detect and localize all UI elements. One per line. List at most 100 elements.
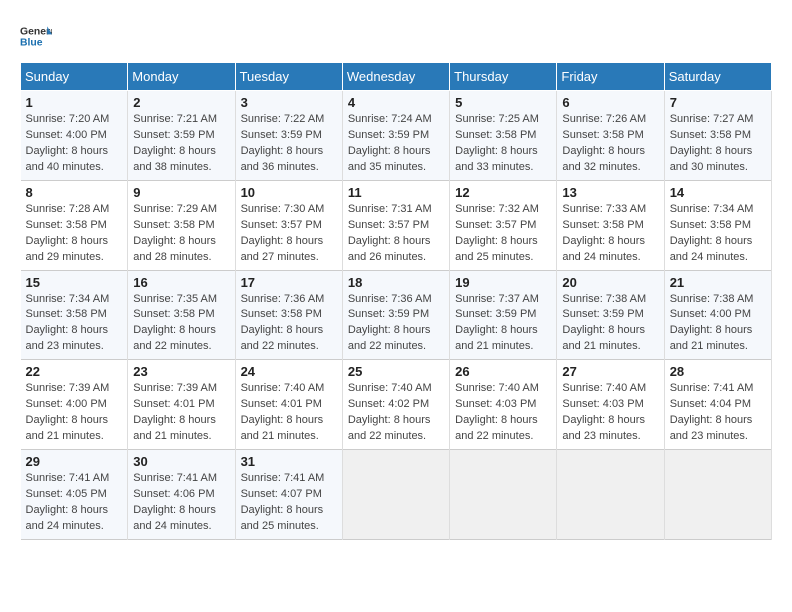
day-info: Sunrise: 7:27 AMSunset: 3:58 PMDaylight:… xyxy=(670,112,766,176)
calendar-cell: 21 Sunrise: 7:38 AMSunset: 4:00 PMDayligh… xyxy=(664,270,771,360)
day-number: 17 xyxy=(241,275,337,290)
day-info: Sunrise: 7:36 AMSunset: 3:59 PMDaylight:… xyxy=(348,292,444,356)
calendar-cell: 10 Sunrise: 7:30 AMSunset: 3:57 PMDayligh… xyxy=(235,180,342,270)
day-info: Sunrise: 7:34 AMSunset: 3:58 PMDaylight:… xyxy=(670,202,766,266)
day-number: 10 xyxy=(241,185,337,200)
day-info: Sunrise: 7:22 AMSunset: 3:59 PMDaylight:… xyxy=(241,112,337,176)
day-number: 24 xyxy=(241,364,337,379)
day-info: Sunrise: 7:21 AMSunset: 3:59 PMDaylight:… xyxy=(133,112,229,176)
calendar-body: 1 Sunrise: 7:20 AMSunset: 4:00 PMDaylight… xyxy=(21,91,772,540)
day-number: 27 xyxy=(562,364,658,379)
calendar-week-5: 29 Sunrise: 7:41 AMSunset: 4:05 PMDayligh… xyxy=(21,450,772,540)
calendar-cell: 13 Sunrise: 7:33 AMSunset: 3:58 PMDayligh… xyxy=(557,180,664,270)
calendar-cell: 4Sunrise: 7:24 AMSunset: 3:59 PMDaylight… xyxy=(342,91,449,181)
weekday-header-tuesday: Tuesday xyxy=(235,63,342,91)
calendar-cell: 19 Sunrise: 7:37 AMSunset: 3:59 PMDayligh… xyxy=(450,270,557,360)
day-number: 20 xyxy=(562,275,658,290)
calendar-cell: 26 Sunrise: 7:40 AMSunset: 4:03 PMDayligh… xyxy=(450,360,557,450)
weekday-header-saturday: Saturday xyxy=(664,63,771,91)
calendar-cell: 18 Sunrise: 7:36 AMSunset: 3:59 PMDayligh… xyxy=(342,270,449,360)
calendar-week-3: 15 Sunrise: 7:34 AMSunset: 3:58 PMDayligh… xyxy=(21,270,772,360)
day-info: Sunrise: 7:35 AMSunset: 3:58 PMDaylight:… xyxy=(133,292,229,356)
day-info: Sunrise: 7:39 AMSunset: 4:01 PMDaylight:… xyxy=(133,381,229,445)
calendar-week-2: 8Sunrise: 7:28 AMSunset: 3:58 PMDaylight… xyxy=(21,180,772,270)
day-number: 19 xyxy=(455,275,551,290)
calendar-cell xyxy=(450,450,557,540)
calendar-cell: 27 Sunrise: 7:40 AMSunset: 4:03 PMDayligh… xyxy=(557,360,664,450)
calendar-cell: 11 Sunrise: 7:31 AMSunset: 3:57 PMDayligh… xyxy=(342,180,449,270)
day-number: 1 xyxy=(26,95,123,110)
calendar-cell: 7 Sunrise: 7:27 AMSunset: 3:58 PMDaylight… xyxy=(664,91,771,181)
day-number: 3 xyxy=(241,95,337,110)
day-info: Sunrise: 7:31 AMSunset: 3:57 PMDaylight:… xyxy=(348,202,444,266)
day-number: 11 xyxy=(348,185,444,200)
day-number: 22 xyxy=(26,364,123,379)
calendar-cell: 5Sunrise: 7:25 AMSunset: 3:58 PMDaylight… xyxy=(450,91,557,181)
weekday-header-row: SundayMondayTuesdayWednesdayThursdayFrid… xyxy=(21,63,772,91)
weekday-header-monday: Monday xyxy=(128,63,235,91)
page-header: General Blue xyxy=(20,20,772,52)
day-info: Sunrise: 7:40 AMSunset: 4:03 PMDaylight:… xyxy=(455,381,551,445)
calendar-cell: 1 Sunrise: 7:20 AMSunset: 4:00 PMDaylight… xyxy=(21,91,128,181)
day-number: 12 xyxy=(455,185,551,200)
calendar-cell: 17 Sunrise: 7:36 AMSunset: 3:58 PMDayligh… xyxy=(235,270,342,360)
day-number: 15 xyxy=(26,275,123,290)
weekday-header-thursday: Thursday xyxy=(450,63,557,91)
day-info: Sunrise: 7:41 AMSunset: 4:07 PMDaylight:… xyxy=(241,471,337,535)
calendar-cell: 25 Sunrise: 7:40 AMSunset: 4:02 PMDayligh… xyxy=(342,360,449,450)
day-number: 21 xyxy=(670,275,766,290)
day-info: Sunrise: 7:40 AMSunset: 4:02 PMDaylight:… xyxy=(348,381,444,445)
calendar-cell: 30 Sunrise: 7:41 AMSunset: 4:06 PMDayligh… xyxy=(128,450,235,540)
calendar-cell: 14 Sunrise: 7:34 AMSunset: 3:58 PMDayligh… xyxy=(664,180,771,270)
calendar-cell: 20Sunrise: 7:38 AMSunset: 3:59 PMDayligh… xyxy=(557,270,664,360)
day-number: 2 xyxy=(133,95,229,110)
weekday-header-sunday: Sunday xyxy=(21,63,128,91)
calendar-cell: 28 Sunrise: 7:41 AMSunset: 4:04 PMDayligh… xyxy=(664,360,771,450)
day-info: Sunrise: 7:40 AMSunset: 4:03 PMDaylight:… xyxy=(562,381,658,445)
day-info: Sunrise: 7:40 AMSunset: 4:01 PMDaylight:… xyxy=(241,381,337,445)
day-number: 28 xyxy=(670,364,766,379)
day-number: 4 xyxy=(348,95,444,110)
day-number: 26 xyxy=(455,364,551,379)
calendar-cell xyxy=(557,450,664,540)
day-number: 8 xyxy=(26,185,123,200)
calendar-cell: 2 Sunrise: 7:21 AMSunset: 3:59 PMDaylight… xyxy=(128,91,235,181)
day-number: 25 xyxy=(348,364,444,379)
calendar-cell: 16 Sunrise: 7:35 AMSunset: 3:58 PMDayligh… xyxy=(128,270,235,360)
day-info: Sunrise: 7:38 AMSunset: 4:00 PMDaylight:… xyxy=(670,292,766,356)
weekday-header-wednesday: Wednesday xyxy=(342,63,449,91)
calendar-cell: 6 Sunrise: 7:26 AMSunset: 3:58 PMDaylight… xyxy=(557,91,664,181)
day-number: 16 xyxy=(133,275,229,290)
svg-text:Blue: Blue xyxy=(20,38,43,49)
day-number: 30 xyxy=(133,454,229,469)
calendar-cell: 12Sunrise: 7:32 AMSunset: 3:57 PMDayligh… xyxy=(450,180,557,270)
day-info: Sunrise: 7:30 AMSunset: 3:57 PMDaylight:… xyxy=(241,202,337,266)
calendar-cell: 24 Sunrise: 7:40 AMSunset: 4:01 PMDayligh… xyxy=(235,360,342,450)
day-number: 7 xyxy=(670,95,766,110)
calendar-cell: 8Sunrise: 7:28 AMSunset: 3:58 PMDaylight… xyxy=(21,180,128,270)
day-info: Sunrise: 7:36 AMSunset: 3:58 PMDaylight:… xyxy=(241,292,337,356)
day-info: Sunrise: 7:41 AMSunset: 4:06 PMDaylight:… xyxy=(133,471,229,535)
day-number: 18 xyxy=(348,275,444,290)
day-number: 13 xyxy=(562,185,658,200)
day-info: Sunrise: 7:20 AMSunset: 4:00 PMDaylight:… xyxy=(26,112,123,176)
day-info: Sunrise: 7:34 AMSunset: 3:58 PMDaylight:… xyxy=(26,292,123,356)
day-info: Sunrise: 7:41 AMSunset: 4:05 PMDaylight:… xyxy=(26,471,123,535)
day-number: 14 xyxy=(670,185,766,200)
day-number: 6 xyxy=(562,95,658,110)
day-info: Sunrise: 7:26 AMSunset: 3:58 PMDaylight:… xyxy=(562,112,658,176)
day-number: 9 xyxy=(133,185,229,200)
day-info: Sunrise: 7:41 AMSunset: 4:04 PMDaylight:… xyxy=(670,381,766,445)
calendar-cell xyxy=(664,450,771,540)
calendar-cell: 9Sunrise: 7:29 AMSunset: 3:58 PMDaylight… xyxy=(128,180,235,270)
calendar-table: SundayMondayTuesdayWednesdayThursdayFrid… xyxy=(20,62,772,540)
day-info: Sunrise: 7:25 AMSunset: 3:58 PMDaylight:… xyxy=(455,112,551,176)
logo-icon: General Blue xyxy=(20,20,52,52)
day-info: Sunrise: 7:33 AMSunset: 3:58 PMDaylight:… xyxy=(562,202,658,266)
day-number: 29 xyxy=(26,454,123,469)
calendar-cell: 31Sunrise: 7:41 AMSunset: 4:07 PMDayligh… xyxy=(235,450,342,540)
calendar-cell: 3 Sunrise: 7:22 AMSunset: 3:59 PMDaylight… xyxy=(235,91,342,181)
calendar-cell: 23Sunrise: 7:39 AMSunset: 4:01 PMDayligh… xyxy=(128,360,235,450)
day-info: Sunrise: 7:37 AMSunset: 3:59 PMDaylight:… xyxy=(455,292,551,356)
weekday-header-friday: Friday xyxy=(557,63,664,91)
